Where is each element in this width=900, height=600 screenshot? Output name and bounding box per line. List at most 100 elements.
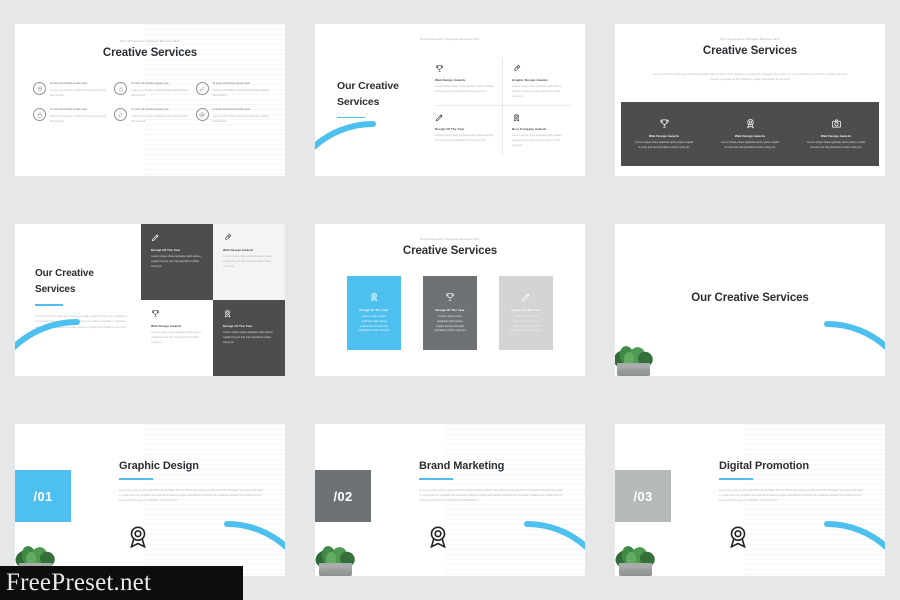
slide-thumbnail-grid: Here Presentation Templates Business 201… — [0, 0, 900, 600]
succulent-plant-photo — [615, 342, 657, 376]
checker-tile-dark[interactable]: Design Of The Year Lourem shape shape ap… — [213, 300, 285, 376]
succulent-plant-photo — [615, 542, 659, 576]
badge-ribbon-icon — [513, 114, 520, 122]
slide-01-creative-services-six-features[interactable]: Here Presentation Templates Business 201… — [15, 24, 285, 176]
card-heading: Web Design Awards — [734, 133, 766, 138]
slide-09-digital-promotion-section[interactable]: /03 Digital Promotion Ut enim ad minim v… — [615, 424, 885, 576]
feature-item[interactable]: Ut enim ad minima veniam quis Lourem cut… — [114, 108, 189, 124]
rocket-icon — [114, 108, 128, 122]
panel-card[interactable]: Web Design Awards Lourem shape shape app… — [793, 118, 879, 151]
section-number-block: /02 — [315, 470, 371, 522]
feature-item[interactable]: Ut enim ad minima veniam quis Lourem cut… — [33, 82, 108, 98]
dark-feature-panel: Web Design Awards Lourem shape shape app… — [621, 102, 879, 166]
section-number: /01 — [33, 488, 53, 504]
slide-cell-2: Here Presentation Templates Business 201… — [300, 0, 600, 200]
slide-03-paragraph: Ut enim ad minim veniam quis nostrud exe… — [653, 73, 847, 82]
vertical-card-light[interactable]: Design Of The Year Lourem shape shape ap… — [499, 276, 553, 350]
slide-03-creative-services-dark-panel[interactable]: Here Presentation Templates Business 201… — [615, 24, 885, 176]
trophy-icon — [152, 310, 159, 317]
slide-02-title-line2: Services — [337, 96, 380, 109]
feature-body: Lourem cuti lincitteu contatio pti dooli… — [212, 115, 269, 123]
feature-heading: Ut enim ad minima veniam quis — [50, 82, 88, 85]
slide-08-paragraph: Ut enim ad minim veniam quis nostrud exe… — [419, 488, 563, 503]
title-underline — [337, 116, 365, 119]
slide-08-title: Brand Marketing — [419, 460, 505, 472]
tile-body: Lourem shape shape applicatio apttir pel… — [223, 331, 273, 344]
tile-body: Lourem shape shape applicatio apttir pel… — [151, 331, 201, 344]
slide-cell-9: /03 Digital Promotion Ut enim ad minim v… — [600, 400, 900, 600]
succulent-plant-photo — [315, 542, 359, 576]
at-sign-icon — [195, 108, 209, 122]
card-heading: Design Of The Year — [435, 127, 465, 132]
badge-ribbon-icon — [224, 309, 231, 318]
brush-icon — [435, 114, 443, 122]
feature-heading: Ut enim ad minima veniam quis — [212, 82, 251, 85]
slide-01-eyebrow: Here Presentation Templates Business 201… — [120, 40, 180, 43]
feature-item[interactable]: Ut enim ad minima veniam quis Lourem cut… — [195, 82, 271, 98]
blue-arc-decoration — [823, 320, 885, 376]
slide-04-our-creative-services-checkerboard[interactable]: Our Creative Services Ut enim ad minim v… — [15, 224, 285, 376]
brush-icon — [521, 293, 530, 302]
blue-arc-decoration — [315, 120, 377, 176]
feature-item[interactable]: Ut enim ad minima veniam quis Lourem cut… — [33, 108, 108, 124]
pen-nib-icon — [514, 64, 521, 71]
feature-body: Lourem cuti lincitteu contatio pti dooli… — [50, 115, 107, 123]
card-body: Lourem shape shape applicatio apttir pel… — [435, 134, 494, 142]
tile-body: Lourem shape shape applicatio apttir pel… — [223, 255, 273, 268]
award-card[interactable]: Best Company Awards Lourem shape shape a… — [503, 106, 571, 154]
tile-body: Lourem shape shape applicatio apttir pel… — [151, 255, 201, 268]
card-body: Lourem shape shape applicatio apttir pel… — [512, 134, 562, 147]
card-body: Lourem shape shape applicatio apttir pel… — [510, 315, 542, 333]
feature-heading: Ut enim ad minima veniam quis — [131, 108, 169, 112]
feature-body: Lourem cuti lincitteu contatio pti dooli… — [50, 88, 107, 97]
checker-tile-dark[interactable]: Design Of The Year Lourem shape shape ap… — [141, 224, 213, 300]
diamond-ring-icon — [114, 82, 128, 95]
slide-05-creative-services-three-cards[interactable]: Here Presentation Templates Business 201… — [315, 224, 585, 376]
checker-tile-white[interactable]: Web Design Awards Lourem shape shape app… — [141, 300, 213, 376]
brush-icon — [151, 234, 159, 242]
card-heading: Design Of The Year — [435, 308, 465, 312]
feature-heading: Ut enim ad minima veniam quis — [131, 82, 169, 85]
tile-heading: Web Design Awards — [151, 324, 182, 328]
vertical-card-blue[interactable]: Design Of The Year Lourem shape shape ap… — [347, 276, 401, 350]
slide-04-paragraph: Ut enim ad minim veniam quis nostrud exe… — [35, 314, 127, 329]
slide-cell-5: Here Presentation Templates Business 201… — [300, 200, 600, 400]
slide-cell-1: Here Presentation Templates Business 201… — [0, 0, 300, 200]
location-pin-icon — [33, 82, 46, 95]
checker-tile-light[interactable]: Web Design Awards Lourem shape shape app… — [213, 224, 285, 300]
slide-02-title-line1: Our Creative — [337, 80, 399, 92]
title-underline — [719, 478, 753, 480]
award-card[interactable]: Web Design Awards Lourem shape shape app… — [435, 58, 503, 107]
card-body: Lourem shape shape applicatio apttir pel… — [806, 140, 866, 149]
feature-body: Lourem cuti lincitteu contatio pti dooli… — [131, 115, 188, 123]
section-number: /02 — [333, 488, 353, 504]
title-underline — [419, 478, 453, 480]
slide-02-our-creative-services-quad-grid[interactable]: Here Presentation Templates Business 201… — [315, 24, 585, 176]
feature-item[interactable]: Ut enim ad minima veniam quis Lourem cut… — [195, 108, 271, 124]
slide-04-title-line1: Our Creative — [35, 268, 94, 279]
card-heading: Best Company Awards — [512, 127, 547, 132]
slide-06-our-creative-services-cover[interactable]: Our Creative Services — [615, 224, 885, 376]
award-card[interactable]: Graphic Design Awards Lourem shape shape… — [503, 58, 571, 107]
card-heading: Web Design Awards — [435, 78, 466, 82]
vertical-card-gray[interactable]: Design Of The Year Lourem shape shape ap… — [423, 276, 477, 350]
award-card[interactable]: Design Of The Year Lourem shape shape ap… — [435, 106, 503, 155]
slide-05-eyebrow: Here Presentation Templates Business 201… — [420, 238, 480, 241]
slide-07-title: Graphic Design — [119, 460, 199, 472]
badge-ribbon-icon — [746, 118, 754, 129]
tile-heading: Design Of The Year — [151, 248, 181, 252]
feature-item[interactable]: Ut enim ad minima veniam quis Lourem cut… — [114, 82, 189, 98]
watermark-freepreset: FreePreset.net — [0, 566, 243, 600]
slide-08-brand-marketing-section[interactable]: /02 Brand Marketing Ut enim ad minim ven… — [315, 424, 585, 576]
tile-heading: Design Of The Year — [223, 324, 253, 328]
panel-card[interactable]: Web Design Awards Lourem shape shape app… — [621, 118, 707, 151]
slide-09-paragraph: Ut enim ad minim veniam quis nostrud exe… — [719, 488, 863, 503]
panel-card[interactable]: Web Design Awards Lourem shape shape app… — [707, 118, 793, 151]
trophy-icon — [436, 65, 443, 72]
slide-07-graphic-design-section[interactable]: /01 Graphic Design Ut enim ad minim veni… — [15, 424, 285, 576]
feature-body: Lourem cuti lincitteu contatio pti dooli… — [212, 88, 269, 97]
card-body: Lourem shape shape applicatio apttir pel… — [434, 315, 466, 333]
section-number-block: /03 — [615, 470, 671, 522]
slide-cell-3: Here Presentation Templates Business 201… — [600, 0, 900, 200]
slide-02-eyebrow: Here Presentation Templates Business 201… — [420, 38, 480, 41]
